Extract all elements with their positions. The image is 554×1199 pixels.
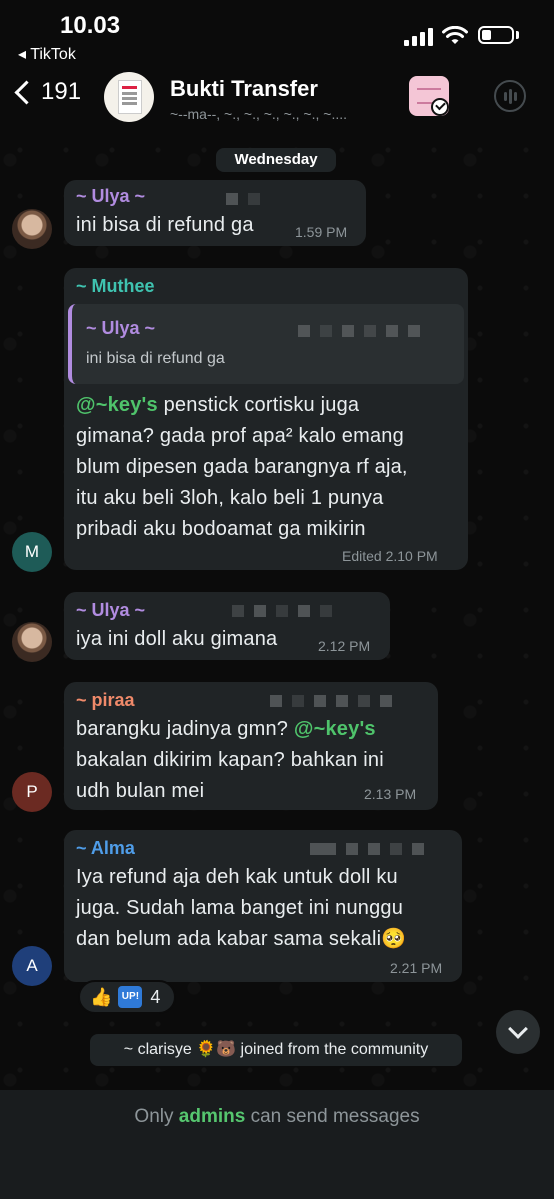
sender-phone-blurred xyxy=(232,604,342,617)
message-bubble[interactable]: ~ Alma Iya refund aja deh kak untuk doll… xyxy=(64,830,462,982)
message-time: 2.13 PM xyxy=(364,786,417,802)
group-avatar[interactable] xyxy=(104,72,154,122)
wifi-icon xyxy=(442,26,468,44)
message-text: Iya refund aja deh kak untuk doll ku jug… xyxy=(76,866,407,950)
sender-name[interactable]: ~ Ulya ~ xyxy=(76,600,145,621)
battery-icon xyxy=(478,26,514,44)
scroll-down-button[interactable] xyxy=(496,1010,540,1054)
signal-icon xyxy=(404,28,433,46)
avatar[interactable]: A xyxy=(12,946,52,986)
status-time: 10.03 xyxy=(60,12,121,39)
community-check-icon xyxy=(431,98,449,116)
message-bubble[interactable]: ~ piraa barangku jadinya gmn? @~key's ba… xyxy=(64,682,438,810)
sender-name[interactable]: ~ Alma xyxy=(76,838,135,859)
quoted-message[interactable]: ~ Ulya ~ ini bisa di refund ga xyxy=(68,304,464,384)
voice-chat-icon[interactable] xyxy=(494,80,526,112)
avatar[interactable] xyxy=(12,209,52,249)
message-text: iya ini doll aku gimana xyxy=(76,628,278,650)
message-bubble[interactable]: ~ Ulya ~ ini bisa di refund ga 1.59 PM xyxy=(64,180,366,246)
sender-phone-blurred xyxy=(226,192,270,205)
reaction-count: 4 xyxy=(150,986,161,1007)
message-text: ini bisa di refund ga xyxy=(76,214,254,236)
thumbs-up-icon: 👍 xyxy=(90,986,113,1007)
message-time: 2.12 PM xyxy=(318,638,371,654)
admin-only-notice: Only admins can send messages xyxy=(134,1106,420,1127)
quote-text: ini bisa di refund ga xyxy=(86,350,225,367)
message-text: @~key's penstick cortisku juga gimana? g… xyxy=(76,394,408,540)
date-separator: Wednesday xyxy=(216,148,336,172)
unread-count: 191 xyxy=(41,78,82,105)
footer-bar: Only admins can send messages xyxy=(0,1090,554,1199)
sender-name[interactable]: ~ Muthee xyxy=(76,276,155,297)
mention-link[interactable]: @~key's xyxy=(294,718,376,740)
sender-phone-blurred xyxy=(310,842,434,855)
admins-link[interactable]: admins xyxy=(179,1106,246,1127)
message-time: 2.21 PM xyxy=(390,960,443,976)
chat-header: 191 Bukti Transfer ~--ma--, ~., ~., ~., … xyxy=(0,62,554,130)
back-button[interactable]: 191 xyxy=(10,78,81,106)
group-title[interactable]: Bukti Transfer xyxy=(170,76,318,102)
avatar-letter: P xyxy=(26,782,38,801)
message-bubble[interactable]: ~ Muthee ~ Ulya ~ ini bisa di refund ga … xyxy=(64,268,468,570)
back-to-app-link[interactable]: ◂ TikTok xyxy=(18,44,76,64)
up-badge-icon: UP! xyxy=(118,986,143,1008)
reaction-summary[interactable]: 👍 UP! 4 xyxy=(78,980,176,1014)
avatar[interactable] xyxy=(12,622,52,662)
message-time: 1.59 PM xyxy=(295,224,348,240)
system-message: ~ clarisye 🌻🐻 joined from the community xyxy=(90,1034,462,1066)
chevron-left-icon xyxy=(14,79,39,105)
sender-name[interactable]: ~ piraa xyxy=(76,690,135,711)
avatar[interactable]: P xyxy=(12,772,52,812)
sender-name[interactable]: ~ Ulya ~ xyxy=(76,186,145,207)
status-bar: 10.03 ◂ TikTok xyxy=(0,0,554,64)
avatar[interactable]: M xyxy=(12,532,52,572)
message-bubble[interactable]: ~ Ulya ~ iya ini doll aku gimana 2.12 PM xyxy=(64,592,390,660)
avatar-letter: A xyxy=(26,956,38,975)
quote-sender: ~ Ulya ~ xyxy=(86,318,156,338)
avatar-letter: M xyxy=(24,542,40,561)
battery-cap xyxy=(516,31,519,39)
mention-link[interactable]: @~key's xyxy=(76,394,158,416)
quote-phone-blurred xyxy=(298,324,430,337)
group-members[interactable]: ~--ma--, ~., ~., ~., ~., ~., ~.... xyxy=(170,106,347,122)
message-time: Edited 2.10 PM xyxy=(342,548,438,564)
sender-phone-blurred xyxy=(270,694,402,707)
